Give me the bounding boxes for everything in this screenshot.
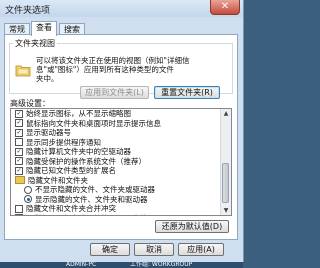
apply-to-folders-button[interactable]: 应用到文件夹(L) xyxy=(80,86,149,99)
advanced-setting-label: 始终显示图标，从不显示缩略图 xyxy=(26,109,131,118)
folder-icon xyxy=(15,65,31,77)
advanced-setting-row[interactable]: 显示隐藏的文件、文件夹和驱动器 xyxy=(11,195,221,205)
advanced-setting-label: 显示隐藏的文件、文件夹和驱动器 xyxy=(35,194,148,204)
checkbox-checked-icon[interactable]: ✓ xyxy=(15,157,23,165)
radio-selected-icon[interactable] xyxy=(24,195,32,203)
cancel-button[interactable]: 取消 xyxy=(134,243,174,256)
title-bar[interactable]: 文件夹选项 ✕ xyxy=(0,0,243,17)
checkbox-checked-icon[interactable]: ✓ xyxy=(15,166,23,175)
advanced-setting-label: 显示驱动器号 xyxy=(26,128,71,137)
advanced-setting-row[interactable]: 隐藏文件和文件夹合并冲突 xyxy=(11,204,221,214)
checkbox-unchecked-icon[interactable] xyxy=(15,138,23,146)
advanced-setting-row[interactable]: ✓ 鼠标指向文件夹和桌面项时显示提示信息 xyxy=(11,119,221,129)
folder-icon xyxy=(15,176,25,184)
tab-view[interactable]: 查看 xyxy=(31,21,57,36)
advanced-setting-row[interactable]: ✓ 隐藏计算机文件夹中的空驱动器 xyxy=(11,147,221,157)
list-scrollbar[interactable]: ▲ ▼ xyxy=(220,109,231,215)
folder-views-description: 可以将该文件夹正在使用的视图（例如"详细信 息"或"图标"）应用到所有这种类型的… xyxy=(36,56,190,83)
advanced-setting-row[interactable]: ✓ 始终显示图标，从不显示缩略图 xyxy=(11,109,221,119)
folder-views-group: 文件夹视图 可以将该文件夹正在使用的视图（例如"详细信 息"或"图标"）应用到所… xyxy=(9,38,233,99)
restore-defaults-button[interactable]: 还原为默认值(D) xyxy=(155,220,229,233)
advanced-setting-label: 隐藏已知文件类型的扩展名 xyxy=(26,166,116,175)
advanced-setting-label: 隐藏文件和文件夹合并冲突 xyxy=(26,204,116,213)
advanced-setting-row[interactable]: 不显示隐藏的文件、文件夹或驱动器 xyxy=(11,185,221,195)
checkbox-checked-icon[interactable]: ✓ xyxy=(15,147,23,156)
checkbox-checked-icon[interactable]: ✓ xyxy=(15,128,23,137)
advanced-setting-row[interactable]: 显示同步提供程序通知 xyxy=(11,138,221,148)
checkbox-unchecked-icon[interactable] xyxy=(15,204,23,213)
scroll-up-arrow-icon[interactable]: ▲ xyxy=(221,109,231,118)
folder-views-label: 文件夹视图 xyxy=(15,39,55,48)
reset-folders-button[interactable]: 重置文件夹(R) xyxy=(154,86,220,99)
advanced-setting-label: 隐藏文件和文件夹 xyxy=(28,175,88,185)
advanced-settings-items: ✓ 始终显示图标，从不显示缩略图 ✓ 鼠标指向文件夹和桌面项时显示提示信息 ✓ 显示驱动器… xyxy=(11,109,221,215)
advanced-setting-label: 隐藏计算机文件夹中的空驱动器 xyxy=(26,147,131,156)
advanced-setting-row[interactable]: ✓用彩色显示加密或压缩的 NTFS 文件 xyxy=(11,214,221,216)
checkbox-checked-icon[interactable]: ✓ xyxy=(15,119,23,127)
advanced-setting-row[interactable]: 隐藏文件和文件夹 xyxy=(11,176,221,186)
workgroup-label: 工作组: WORKGROUP xyxy=(130,262,193,268)
scroll-down-arrow-icon[interactable]: ▼ xyxy=(221,206,231,215)
window-title: 文件夹选项 xyxy=(5,6,51,16)
advanced-setting-row[interactable]: ✓ 隐藏受保护的操作系统文件（推荐） xyxy=(11,157,221,167)
advanced-setting-label: 鼠标指向文件夹和桌面项时显示提示信息 xyxy=(26,118,161,128)
computer-name: ADMIN-PC xyxy=(66,262,97,268)
advanced-setting-row[interactable]: ✓ 显示驱动器号 xyxy=(11,128,221,138)
checkbox-checked-icon[interactable]: ✓ xyxy=(15,109,23,118)
advanced-setting-label: 隐藏受保护的操作系统文件（推荐） xyxy=(26,156,146,166)
apply-button[interactable]: 应用(A) xyxy=(178,243,224,256)
advanced-setting-label: 显示同步提供程序通知 xyxy=(26,137,101,147)
advanced-setting-label: 不显示隐藏的文件、文件夹或驱动器 xyxy=(35,185,155,194)
ok-button[interactable]: 确定 xyxy=(90,243,130,256)
view-tab-panel: 文件夹视图 可以将该文件夹正在使用的视图（例如"详细信 息"或"图标"）应用到所… xyxy=(4,34,238,240)
close-button[interactable]: ✕ xyxy=(210,0,240,15)
advanced-setting-row[interactable]: ✓ 隐藏已知文件类型的扩展名 xyxy=(11,166,221,176)
advanced-settings-list[interactable]: ✓ 始终显示图标，从不显示缩略图 ✓ 鼠标指向文件夹和桌面项时显示提示信息 ✓ 显示驱动器… xyxy=(10,108,232,216)
advanced-setting-label: 用彩色显示加密或压缩的 NTFS 文件 xyxy=(26,214,147,216)
radio-unselected-icon[interactable] xyxy=(24,185,32,194)
folder-options-dialog: 文件夹选项 ✕ 常规 查看 搜索 文件夹视图 可以将该文件夹正在使用的视图（例如… xyxy=(0,0,244,262)
taskbar-status: ADMIN-PC 工作组: WORKGROUP xyxy=(0,262,243,268)
scroll-thumb[interactable] xyxy=(222,163,229,203)
checkbox-checked-icon[interactable]: ✓ xyxy=(15,214,23,215)
